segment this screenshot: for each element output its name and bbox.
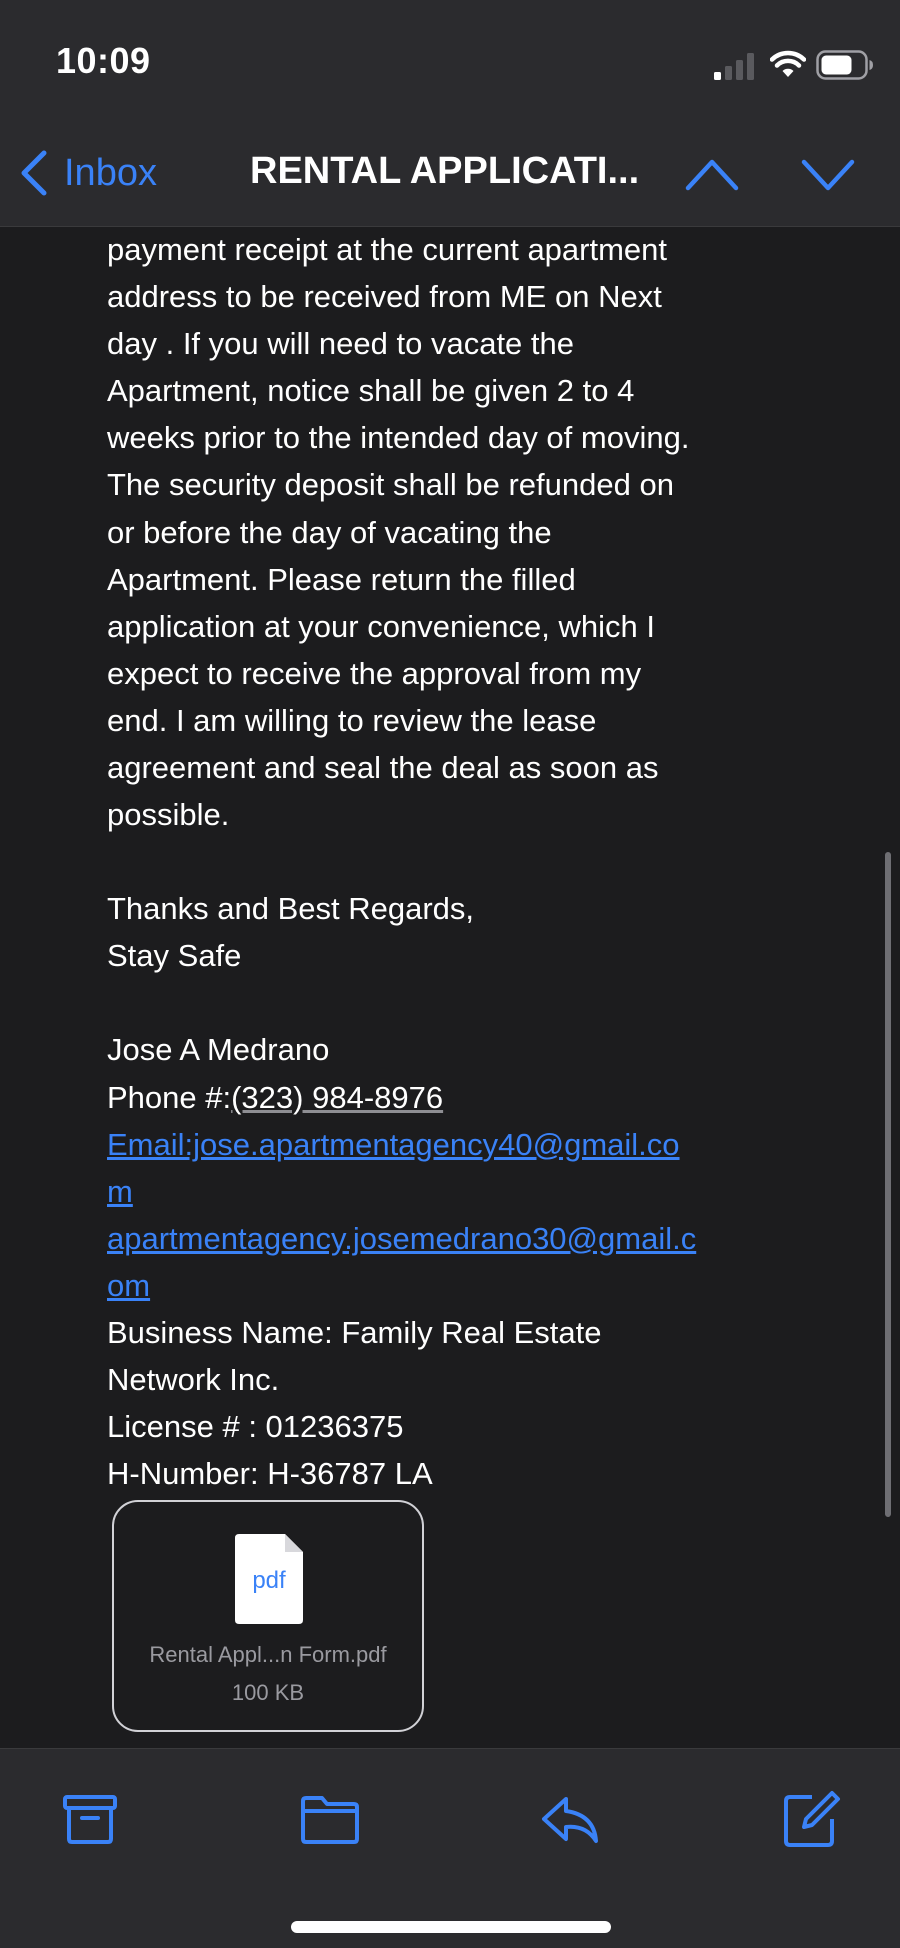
navigation-bar: Inbox RENTAL APPLICATI... [0, 120, 900, 227]
phone-number-link[interactable]: (323) 984-8976 [231, 1080, 443, 1115]
pdf-attachment[interactable]: pdf Rental Appl...n Form.pdf 100 KB [112, 1500, 424, 1732]
folder-icon[interactable] [300, 1789, 360, 1849]
body-line: Apartment. Please return the filled [107, 561, 576, 597]
next-message-chevron-down-icon[interactable] [800, 154, 856, 194]
body-line: agreement and seal the deal as soon as [107, 750, 659, 786]
sender-name: Jose A Medrano [107, 1032, 330, 1068]
cellular-signal-icon [714, 53, 754, 80]
mail-message-screen: 10:09 Inbox RENTAL APPLICATI... payment … [0, 0, 900, 1948]
body-line: end. I am willing to review the lease [107, 702, 597, 738]
message-body: payment receipt at the current apartment… [107, 226, 807, 1497]
status-bar: 10:09 [0, 0, 900, 120]
body-line: possible. [107, 797, 230, 833]
reply-arrow-icon[interactable] [540, 1789, 600, 1849]
email-link-2[interactable]: apartmentagency.josemedrano30@gmail.c [107, 1215, 807, 1262]
business-name: Business Name: Family Real Estate [107, 1314, 602, 1350]
attachment-filename: Rental Appl...n Form.pdf [149, 1642, 387, 1667]
body-line: payment receipt at the current apartment [107, 232, 668, 267]
license-number: License # : 01236375 [107, 1409, 404, 1445]
closing-line: Stay Safe [107, 938, 242, 974]
body-line: address to be received from ME on Next [107, 279, 662, 315]
chevron-left-icon [21, 150, 47, 196]
business-name-continued: Network Inc. [107, 1362, 280, 1398]
email-link-1-continued[interactable]: m [107, 1168, 807, 1215]
body-line: expect to receive the approval from my [107, 655, 642, 691]
email-link-2-continued[interactable]: om [107, 1262, 807, 1309]
back-button-label: Inbox [64, 151, 157, 194]
status-time: 10:09 [56, 40, 151, 81]
phone-line: Phone #:(323) 984-8976 [107, 1074, 807, 1121]
pdf-type-label: pdf [252, 1567, 286, 1594]
body-line: weeks prior to the intended day of movin… [107, 420, 690, 456]
compose-icon[interactable] [782, 1789, 842, 1849]
body-line: day . If you will need to vacate the [107, 326, 574, 362]
body-line: or before the day of vacating the [107, 514, 552, 550]
home-indicator[interactable] [291, 1921, 611, 1933]
bottom-toolbar [0, 1748, 900, 1948]
h-number: H-Number: H-36787 LA [107, 1456, 433, 1492]
email-link-1[interactable]: Email:jose.apartmentagency40@gmail.co [107, 1121, 807, 1168]
attachment-filesize: 100 KB [231, 1680, 305, 1705]
body-line: Apartment, notice shall be given 2 to 4 [107, 373, 635, 409]
battery-icon [816, 50, 873, 80]
back-to-inbox-button[interactable]: Inbox [18, 146, 157, 200]
closing-line: Thanks and Best Regards, [107, 891, 475, 927]
previous-message-chevron-up-icon[interactable] [684, 154, 740, 194]
archive-box-icon[interactable] [60, 1789, 120, 1849]
phone-prefix: Phone #: [107, 1079, 232, 1115]
wifi-icon [770, 50, 806, 77]
body-line: The security deposit shall be refunded o… [107, 467, 674, 503]
scrollbar[interactable] [885, 852, 891, 1517]
message-subject-title: RENTAL APPLICATI... [250, 150, 640, 192]
body-line: application at your convenience, which I [107, 608, 655, 644]
pdf-document-icon: pdf [235, 1534, 303, 1624]
